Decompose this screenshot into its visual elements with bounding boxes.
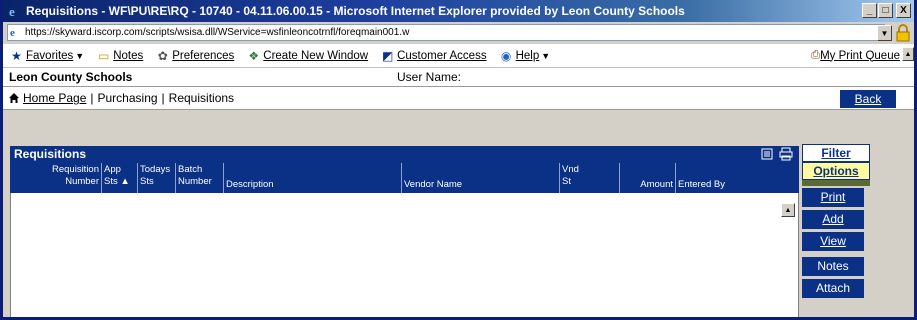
column-requisition-number[interactable]: Requisition Number [10, 163, 102, 193]
customer-icon: ◩ [381, 48, 394, 63]
chevron-down-icon: ▼ [75, 50, 85, 61]
print-icon[interactable] [779, 147, 793, 161]
print-button[interactable]: Print [802, 188, 864, 207]
star-icon: ★ [11, 48, 22, 63]
panel-title: Requisitions [14, 147, 87, 161]
create-window-link[interactable]: ❖ Create New Window [246, 49, 368, 63]
back-button[interactable]: Back [840, 90, 896, 108]
breadcrumb-separator: | [161, 91, 165, 105]
maximize-button[interactable]: □ [878, 3, 893, 18]
column-amount[interactable]: Amount [620, 163, 676, 193]
home-icon [9, 93, 19, 103]
page-icon: e [10, 26, 15, 39]
column-todays-sts[interactable]: Todays Sts [138, 163, 176, 193]
preferences-link[interactable]: ✿ Preferences [155, 48, 235, 63]
column-entered-by[interactable]: Entered By [676, 163, 799, 193]
breadcrumb-requisitions[interactable]: Requisitions [169, 91, 234, 105]
options-button[interactable]: Options [802, 162, 870, 180]
help-icon: ◉ [500, 48, 512, 63]
window-controls: _ □ X [862, 3, 911, 18]
scroll-up-arrow[interactable]: ▲ [902, 47, 914, 61]
breadcrumb-separator: | [90, 91, 94, 105]
grid-scroll-up-arrow[interactable]: ▲ [781, 203, 795, 217]
ie-logo-icon: e [9, 3, 15, 19]
browser-window: e Requisitions - WF\PU\RE\RQ - 10740 - 0… [0, 0, 917, 320]
customer-access-link[interactable]: ◩ Customer Access [380, 48, 487, 63]
printer-icon: ⎙ [810, 49, 821, 61]
window-title: Requisitions - WF\PU\RE\RQ - 10740 - 04.… [26, 4, 685, 18]
address-dropdown-button[interactable]: ▼ [877, 25, 892, 41]
view-button[interactable]: View [802, 232, 864, 251]
column-vnd-st[interactable]: Vnd St [560, 163, 620, 193]
user-name-label: User Name: [397, 70, 462, 84]
column-app-sts[interactable]: App Sts ▲ [102, 163, 138, 193]
print-queue-link[interactable]: ⎙ My Print Queue [811, 49, 900, 62]
gear-icon: ✿ [157, 48, 168, 63]
link-bar: ★ Favorites ▼ ▭ Notes ✿ Preferences ❖ Cr… [3, 44, 914, 68]
notes-link[interactable]: ▭ Notes [96, 49, 143, 63]
close-button[interactable]: X [896, 3, 911, 18]
breadcrumb-purchasing[interactable]: Purchasing [98, 91, 158, 105]
title-bar: e Requisitions - WF\PU\RE\RQ - 10740 - 0… [3, 0, 914, 22]
favorites-menu[interactable]: ★ Favorites ▼ [9, 49, 84, 63]
main-content: Requisitions Requisition Number App Sts … [3, 111, 914, 317]
organization-name: Leon County Schools [9, 70, 133, 84]
export-icon[interactable] [761, 147, 775, 161]
breadcrumb-trail: Home Page | Purchasing | Requisitions [8, 91, 234, 105]
notes-button[interactable]: Notes [802, 257, 864, 276]
address-bar: e https://skyward.iscorp.com/scripts/wsi… [3, 22, 914, 44]
minimize-button[interactable]: _ [862, 3, 877, 18]
column-description[interactable]: Description [224, 163, 402, 193]
address-url: https://skyward.iscorp.com/scripts/wsisa… [25, 27, 410, 38]
address-input[interactable]: e https://skyward.iscorp.com/scripts/wsi… [7, 24, 885, 41]
add-button[interactable]: Add [802, 210, 864, 229]
chevron-down-icon: ▼ [541, 50, 551, 61]
filter-button[interactable]: Filter [802, 144, 870, 162]
notes-icon: ▭ [98, 48, 110, 63]
attach-button[interactable]: Attach [802, 279, 864, 298]
breadcrumb: Home Page | Purchasing | Requisitions Ba… [3, 86, 914, 110]
lock-icon [896, 24, 910, 42]
new-window-icon: ❖ [248, 48, 260, 63]
org-row: Leon County Schools User Name: [3, 68, 914, 86]
breadcrumb-home[interactable]: Home Page [23, 91, 86, 105]
column-headers: Requisition Number App Sts ▲ Todays Sts … [10, 163, 799, 193]
help-menu[interactable]: ◉ Help ▼ [499, 48, 551, 63]
panel-header: Requisitions [10, 146, 799, 163]
column-vendor-name[interactable]: Vendor Name [402, 163, 560, 193]
column-batch-number[interactable]: Batch Number [176, 163, 224, 193]
button-separator [802, 180, 870, 186]
